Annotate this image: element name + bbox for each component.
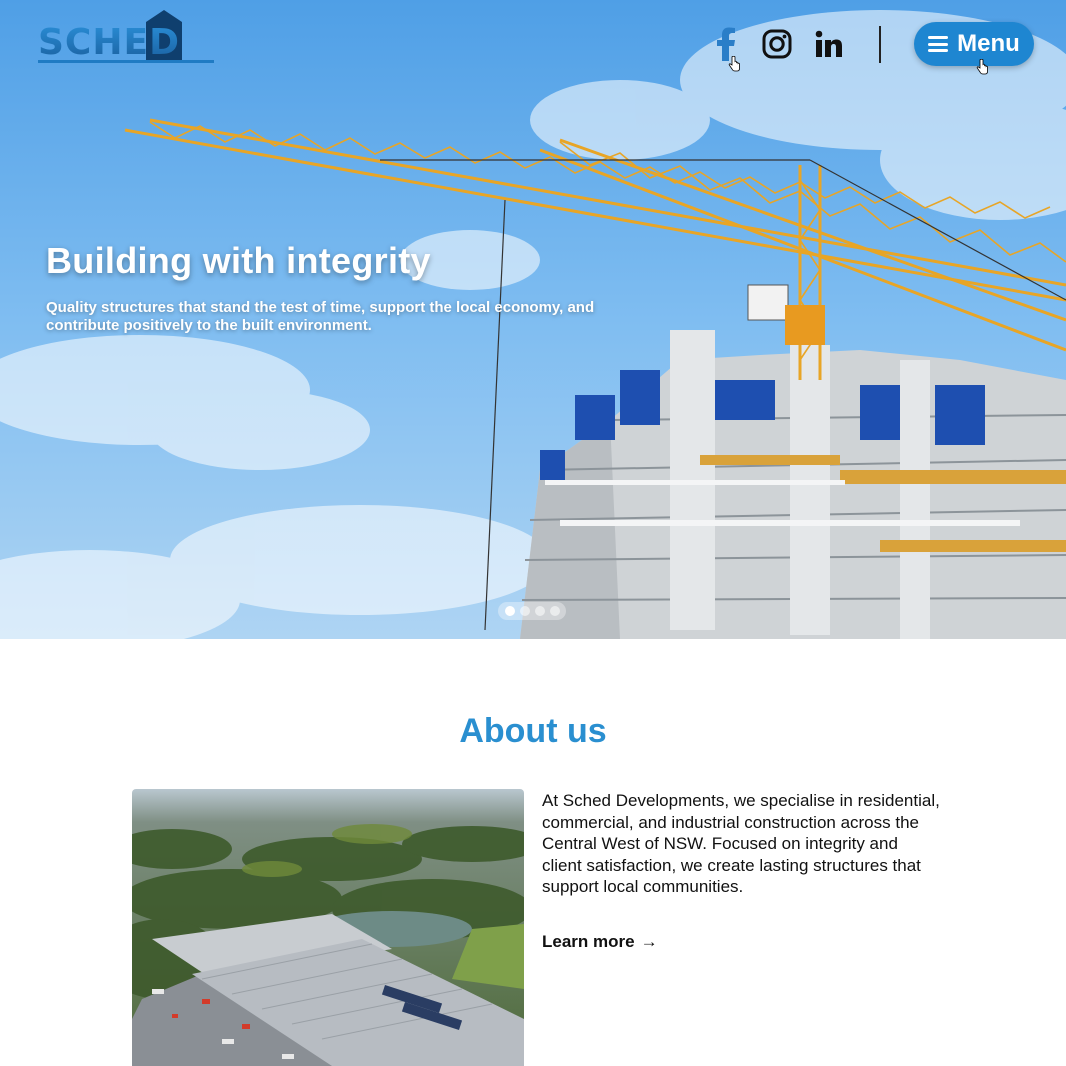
hand-cursor-icon — [976, 59, 988, 75]
instagram-link[interactable] — [759, 26, 795, 62]
slide-dot[interactable] — [534, 606, 545, 616]
hero-subtitle: Quality structures that stand the test o… — [46, 299, 595, 334]
hand-cursor-icon — [728, 56, 740, 72]
slide-dot[interactable] — [504, 606, 515, 616]
linkedin-link[interactable] — [811, 26, 847, 62]
menu-button-label: Menu — [957, 30, 1020, 57]
slide-dot[interactable] — [519, 606, 530, 616]
linkedin-icon — [815, 30, 842, 57]
hero-slider: SCHED Menu Building with integrity Quali… — [0, 0, 1066, 639]
slider-pagination — [498, 602, 566, 620]
about-image — [132, 789, 524, 1066]
about-heading: About us — [459, 712, 607, 750]
logo-text: SCHED — [38, 22, 180, 63]
arrow-right-icon: → — [640, 932, 658, 951]
learn-more-link[interactable]: Learn more → — [542, 932, 658, 952]
hero-title: Building with integrity — [46, 240, 431, 281]
hamburger-icon — [928, 36, 949, 52]
learn-more-label: Learn more — [542, 932, 635, 951]
about-body: At Sched Developments, we specialise in … — [542, 791, 940, 896]
slide-dot[interactable] — [549, 606, 560, 616]
instagram-icon — [762, 29, 792, 59]
sched-logo[interactable]: SCHED — [38, 8, 214, 66]
header-divider — [879, 26, 881, 63]
menu-button[interactable]: Menu — [914, 22, 1034, 66]
